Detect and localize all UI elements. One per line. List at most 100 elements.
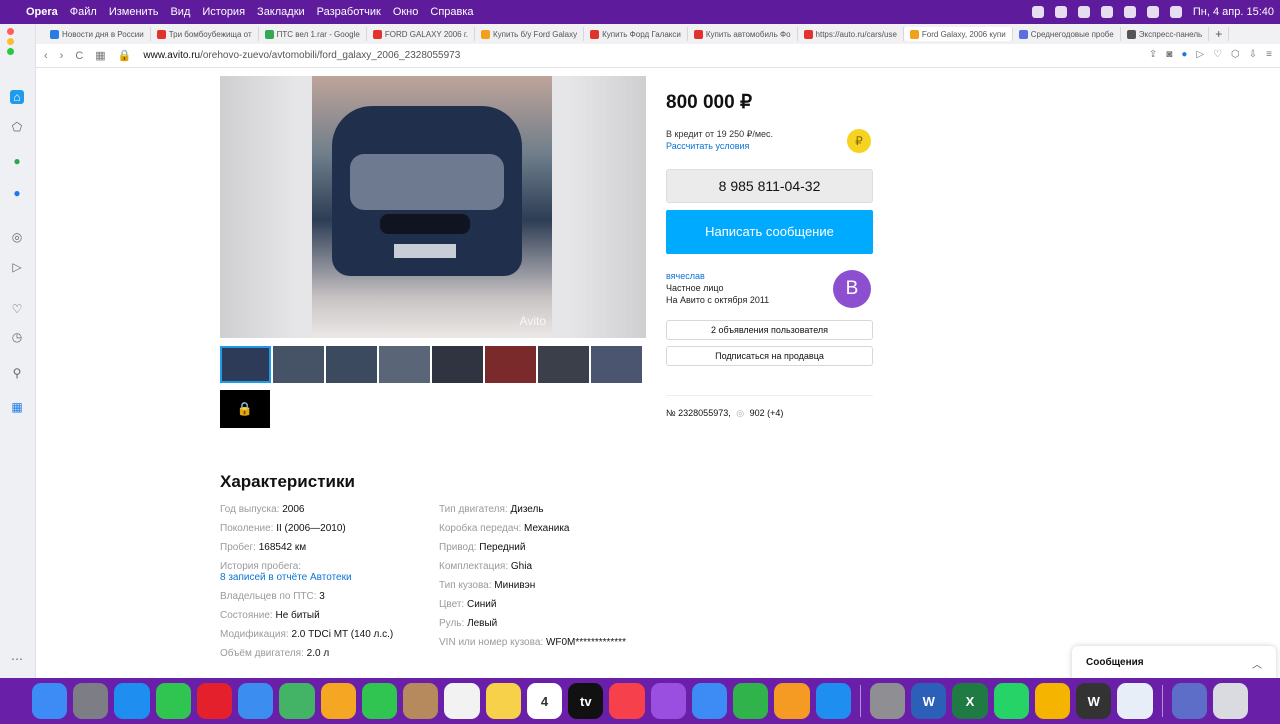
photo-thumbnail[interactable] xyxy=(326,346,377,383)
status-icon[interactable] xyxy=(1077,6,1090,18)
back-icon[interactable]: ‹ xyxy=(44,50,48,62)
launchpad-icon[interactable] xyxy=(73,683,109,719)
trash-icon[interactable] xyxy=(1212,683,1249,719)
menu-app-name[interactable]: Opera xyxy=(26,6,58,18)
shield-icon[interactable]: ● xyxy=(1181,49,1187,60)
preview-icon[interactable] xyxy=(1117,683,1153,719)
browser-tab[interactable]: FORD GALAXY 2006 г. xyxy=(367,27,476,41)
menu-help[interactable]: Справка xyxy=(430,6,473,18)
menubar-clock[interactable]: Пн, 4 апр. 15:40 xyxy=(1193,6,1274,18)
forward-icon[interactable]: › xyxy=(60,50,64,62)
control-center-icon[interactable] xyxy=(1169,6,1182,18)
extension-icon[interactable]: ▦ xyxy=(10,400,24,414)
browser-tab[interactable]: Три бомбоубежища от xyxy=(151,27,259,41)
app-store-icon[interactable] xyxy=(815,683,851,719)
mail-icon[interactable] xyxy=(238,683,274,719)
download-icon[interactable]: ⇩ xyxy=(1249,49,1257,60)
menu-edit[interactable]: Изменить xyxy=(109,6,159,18)
numbers-icon[interactable] xyxy=(733,683,769,719)
home-icon[interactable]: ⌂ xyxy=(10,90,24,104)
avatar[interactable]: В xyxy=(833,270,871,308)
word-icon[interactable]: W xyxy=(911,683,947,719)
menu-bookmarks[interactable]: Закладки xyxy=(257,6,305,18)
more-icon[interactable]: ⋯ xyxy=(10,652,24,666)
photo-thumbnail[interactable] xyxy=(273,346,324,383)
contacts-icon[interactable] xyxy=(403,683,439,719)
browser-tab[interactable]: Новости дня в России xyxy=(44,27,151,41)
chrome-icon[interactable] xyxy=(1034,683,1071,719)
maps-icon[interactable] xyxy=(279,683,315,719)
tv-icon[interactable]: tv xyxy=(568,683,604,719)
system-preferences-icon[interactable] xyxy=(869,683,906,719)
status-icon[interactable] xyxy=(1100,6,1113,18)
bookmark-icon[interactable]: ⬠ xyxy=(10,120,24,134)
reminders-icon[interactable] xyxy=(444,683,480,719)
excel-icon[interactable]: X xyxy=(952,683,988,719)
flow-icon[interactable]: ▷ xyxy=(1196,49,1204,60)
podcasts-icon[interactable] xyxy=(650,683,686,719)
seller-name-link[interactable]: вячеслав xyxy=(666,271,705,281)
browser-tab[interactable]: Купить автомобиль Фо xyxy=(688,27,798,41)
finder-icon[interactable] xyxy=(31,683,68,719)
url-field[interactable]: www.avito.ru/orehovo-zuevo/avtomobili/fo… xyxy=(143,50,460,61)
messenger-icon[interactable]: ● xyxy=(10,186,24,200)
menu-window[interactable]: Окно xyxy=(393,6,419,18)
history-icon[interactable]: ◷ xyxy=(10,330,24,344)
status-icon[interactable] xyxy=(1031,6,1044,18)
new-tab-button[interactable]: + xyxy=(1209,27,1230,41)
status-icon[interactable] xyxy=(1054,6,1067,18)
reload-icon[interactable]: C xyxy=(75,50,83,62)
write-message-button[interactable]: Написать сообщение xyxy=(666,210,873,254)
main-photo[interactable]: Avito xyxy=(220,76,646,338)
menu-icon[interactable]: ≡ xyxy=(1266,49,1272,60)
credit-calc-link[interactable]: Рассчитать условия xyxy=(666,141,749,151)
extensions-icon[interactable]: ⬡ xyxy=(1231,49,1240,60)
notes-icon[interactable] xyxy=(485,683,521,719)
whatsapp-icon[interactable] xyxy=(993,683,1029,719)
heart-icon[interactable]: ♡ xyxy=(10,302,24,316)
minimize-window-icon[interactable] xyxy=(7,38,14,45)
autoteka-link[interactable]: 8 записей в отчёте Автотеки xyxy=(220,572,393,583)
music-icon[interactable] xyxy=(609,683,645,719)
safari-icon[interactable] xyxy=(114,683,150,719)
user-ads-button[interactable]: 2 объявления пользователя xyxy=(666,320,873,340)
location-icon[interactable]: ⚲ xyxy=(10,366,24,380)
opera-icon[interactable] xyxy=(196,683,233,719)
send-icon[interactable]: ▷ xyxy=(10,260,24,274)
photo-thumbnail[interactable] xyxy=(485,346,536,383)
camera-icon[interactable]: ◙ xyxy=(1166,49,1172,60)
browser-tab[interactable]: Экспресс-панель xyxy=(1121,27,1210,41)
photos-icon[interactable] xyxy=(320,683,356,719)
photo-thumbnail[interactable] xyxy=(379,346,430,383)
menu-history[interactable]: История xyxy=(202,6,245,18)
screenshot-icon[interactable] xyxy=(1171,683,1207,719)
browser-tab[interactable]: Ford Galaxy, 2006 купи xyxy=(903,27,1013,41)
phone-button[interactable]: 8 985 811-04-32 xyxy=(666,169,873,203)
browser-tab[interactable]: Среднегодовые пробе xyxy=(1013,27,1121,41)
heart-icon[interactable]: ♡ xyxy=(1213,49,1222,60)
calendar-icon[interactable]: 4 xyxy=(526,683,563,719)
subscribe-button[interactable]: Подписаться на продавца xyxy=(666,346,873,366)
messenger-icon[interactable]: ● xyxy=(10,154,24,168)
facetime-icon[interactable] xyxy=(361,683,398,719)
share-icon[interactable]: ⇪ xyxy=(1149,49,1157,60)
messages-panel[interactable]: Сообщения ︿ xyxy=(1072,646,1276,678)
photo-thumbnail[interactable] xyxy=(220,346,271,383)
browser-tab[interactable]: ПТС вел 1.rar - Google xyxy=(259,27,367,41)
player-icon[interactable]: ◎ xyxy=(10,230,24,244)
photo-thumbnail[interactable] xyxy=(591,346,642,383)
photo-thumbnail[interactable] xyxy=(432,346,483,383)
menu-developer[interactable]: Разработчик xyxy=(317,6,381,18)
wifi-icon[interactable] xyxy=(1123,6,1136,18)
pages-icon[interactable] xyxy=(774,683,810,719)
menu-file[interactable]: Файл xyxy=(70,6,97,18)
browser-tab[interactable]: https://auto.ru/cars/use xyxy=(798,27,904,41)
zoom-window-icon[interactable] xyxy=(7,48,14,55)
chevron-up-icon[interactable]: ︿ xyxy=(1252,656,1262,671)
search-icon[interactable] xyxy=(1146,6,1159,18)
photo-thumbnail[interactable] xyxy=(538,346,589,383)
browser-tab[interactable]: Купить б/у Ford Galaxy xyxy=(475,27,585,41)
menu-view[interactable]: Вид xyxy=(170,6,190,18)
w-app-icon[interactable]: W xyxy=(1076,683,1112,719)
lock-icon[interactable]: 🔒 xyxy=(220,390,270,428)
